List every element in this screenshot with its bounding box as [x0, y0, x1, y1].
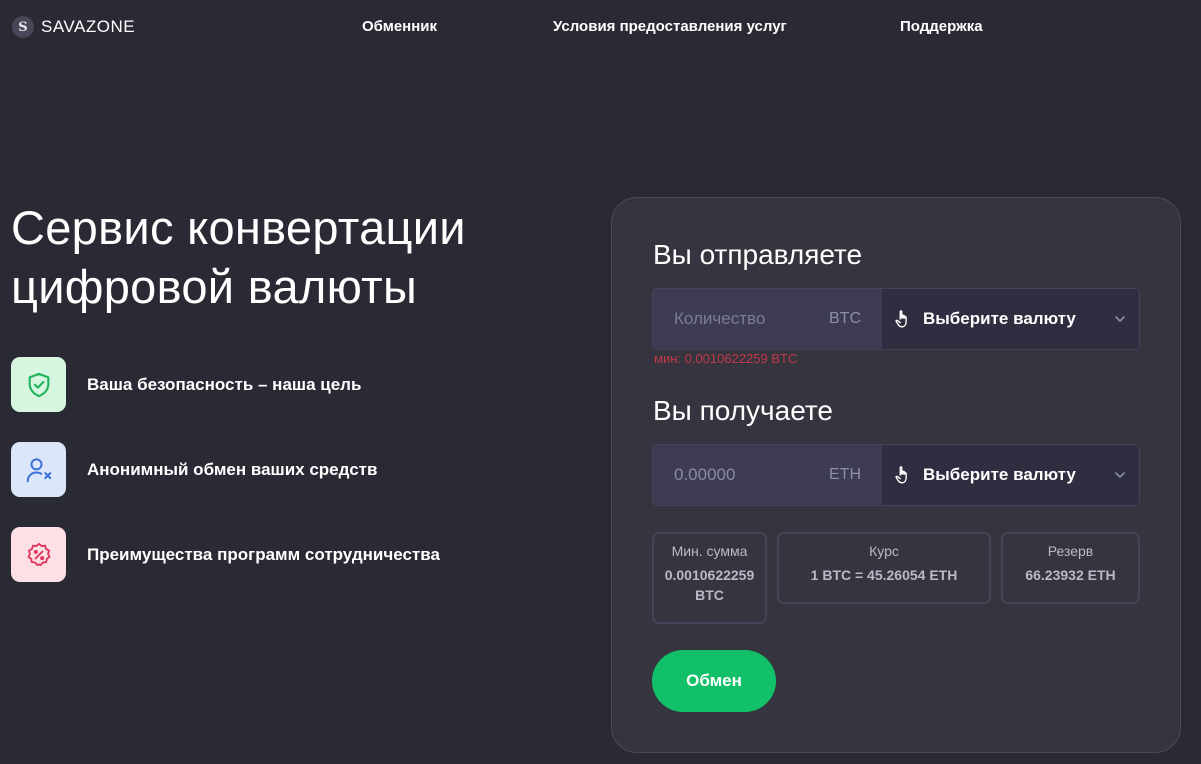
- stat-label: Мин. сумма: [671, 543, 748, 559]
- receive-amount-input[interactable]: [674, 465, 804, 485]
- stat-reserve: Резерв 66.23932 ETH: [1001, 532, 1140, 604]
- page: S SAVAZONE Обменник Условия предоставлен…: [0, 0, 1201, 764]
- stat-value-line1: 0.0010622259: [664, 567, 755, 583]
- receive-currency-code: ETH: [829, 466, 861, 483]
- send-title: Вы отправляете: [653, 239, 863, 270]
- send-currency-code: BTC: [829, 310, 861, 327]
- nav-link-exchanger[interactable]: Обменник: [362, 18, 437, 35]
- stat-value: 1 BTC = 45.26054 ETH: [810, 567, 958, 583]
- send-row: BTC Выберите валюту: [652, 288, 1140, 350]
- discount-badge-icon: [11, 527, 66, 582]
- receive-amount-field: ETH: [653, 445, 882, 505]
- stat-value: 66.23932 ETH: [1025, 567, 1116, 583]
- send-select-label: Выберите валюту: [923, 309, 1076, 328]
- stat-label: Резерв: [1047, 543, 1094, 559]
- logo-icon: S: [12, 16, 34, 38]
- chevron-down-icon: [1115, 472, 1125, 478]
- receive-select-label: Выберите валюту: [923, 465, 1076, 484]
- receive-row: ETH Выберите валюту: [652, 444, 1140, 506]
- hand-pointer-icon: [895, 466, 907, 484]
- hero-title: Сервис конвертации цифровой валюты: [11, 198, 571, 316]
- exchange-card: Вы отправляете BTC Выберите валюту мин:: [611, 197, 1181, 753]
- hero-title-line1: Сервис конвертации: [11, 201, 466, 254]
- stat-label: Курс: [869, 543, 899, 559]
- stat-rate: Курс 1 BTC = 45.26054 ETH: [777, 532, 991, 604]
- user-x-icon: [11, 442, 66, 497]
- min-amount-hint: мин: 0.0010622259 BTC: [654, 351, 798, 366]
- exchange-button[interactable]: Обмен: [652, 650, 776, 712]
- nav-link-support[interactable]: Поддержка: [900, 18, 983, 35]
- feature-security: Ваша безопасность – наша цель: [11, 357, 361, 412]
- feature-text: Преимущества программ сотрудничества: [87, 544, 440, 564]
- nav-link-terms[interactable]: Условия предоставления услуг: [553, 18, 787, 35]
- send-currency-select[interactable]: Выберите валюту: [882, 289, 1139, 349]
- logo[interactable]: S SAVAZONE: [12, 16, 135, 38]
- hero-title-line2: цифровой валюты: [11, 260, 418, 313]
- stat-min-amount: Мин. сумма 0.0010622259 BTC: [652, 532, 767, 624]
- receive-currency-select[interactable]: Выберите валюту: [882, 445, 1139, 505]
- receive-title: Вы получаете: [653, 395, 833, 426]
- feature-anonymous: Анонимный обмен ваших средств: [11, 442, 377, 497]
- send-amount-input[interactable]: [674, 309, 804, 329]
- hand-pointer-icon: [895, 310, 907, 328]
- shield-check-icon: [11, 357, 66, 412]
- feature-partnership: Преимущества программ сотрудничества: [11, 527, 440, 582]
- logo-text: SAVAZONE: [41, 17, 136, 36]
- feature-text: Ваша безопасность – наша цель: [87, 374, 362, 394]
- stat-value-line2: BTC: [695, 587, 724, 603]
- feature-text: Анонимный обмен ваших средств: [87, 459, 378, 479]
- stat-value: 0.0010622259 BTC: [654, 565, 765, 605]
- send-amount-field: BTC: [653, 289, 882, 349]
- chevron-down-icon: [1115, 316, 1125, 322]
